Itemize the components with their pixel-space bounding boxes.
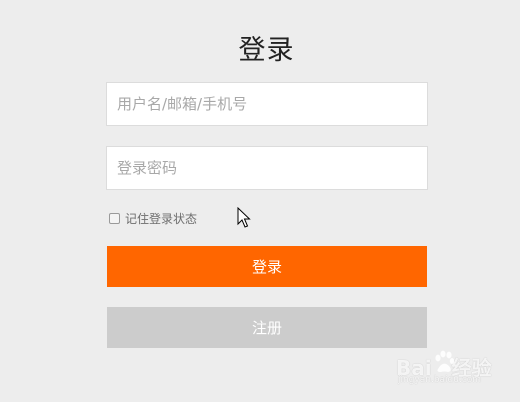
register-button[interactable]: 注册 [107,307,427,348]
username-input[interactable] [106,82,428,126]
login-button[interactable]: 登录 [107,246,427,287]
remember-label: 记住登录状态 [125,211,198,226]
mouse-cursor-icon [237,207,251,228]
page-title: 登录 [238,35,295,66]
remember-checkbox[interactable] [109,212,120,224]
paw-icon [435,350,454,372]
watermark-url: jingyan.baidu.com [398,375,482,385]
remember-login[interactable]: 记住登录状态 [109,209,197,227]
watermark: Bai 经验 jingyan.baidu.com [396,350,516,390]
password-input[interactable] [106,146,428,190]
